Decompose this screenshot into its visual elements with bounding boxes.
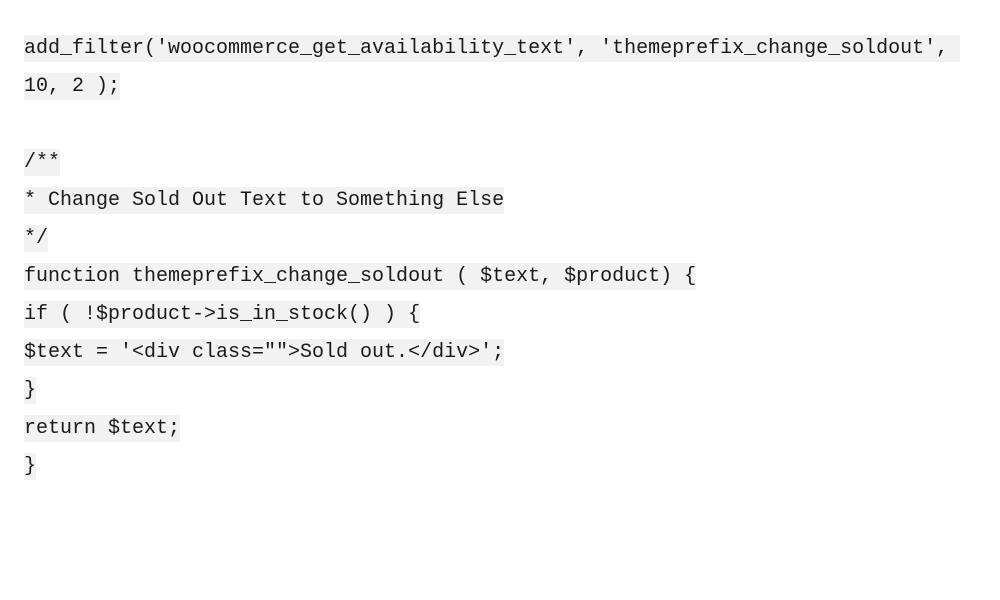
code-text: /** xyxy=(24,149,60,176)
code-line: } xyxy=(24,448,976,486)
code-text: return $text; xyxy=(24,415,180,442)
code-line: } xyxy=(24,372,976,410)
code-text: * Change Sold Out Text to Something Else xyxy=(24,187,504,214)
code-text: $text = '<div class="">Sold out.</div>'; xyxy=(24,339,504,366)
code-line: return $text; xyxy=(24,410,976,448)
code-line: function themeprefix_change_soldout ( $t… xyxy=(24,258,976,296)
code-blank-line xyxy=(24,106,976,144)
code-text: */ xyxy=(24,225,48,252)
code-line: if ( !$product->is_in_stock() ) { xyxy=(24,296,976,334)
code-text: if ( !$product->is_in_stock() ) { xyxy=(24,301,420,328)
code-block: add_filter('woocommerce_get_availability… xyxy=(24,30,976,486)
code-line: * Change Sold Out Text to Something Else xyxy=(24,182,976,220)
code-line: */ xyxy=(24,220,976,258)
code-line: add_filter('woocommerce_get_availability… xyxy=(24,30,976,106)
code-text: } xyxy=(24,377,36,404)
code-line: /** xyxy=(24,144,976,182)
code-text: function themeprefix_change_soldout ( $t… xyxy=(24,263,696,290)
code-line: $text = '<div class="">Sold out.</div>'; xyxy=(24,334,976,372)
code-text: add_filter('woocommerce_get_availability… xyxy=(24,35,960,100)
code-text: } xyxy=(24,453,36,480)
